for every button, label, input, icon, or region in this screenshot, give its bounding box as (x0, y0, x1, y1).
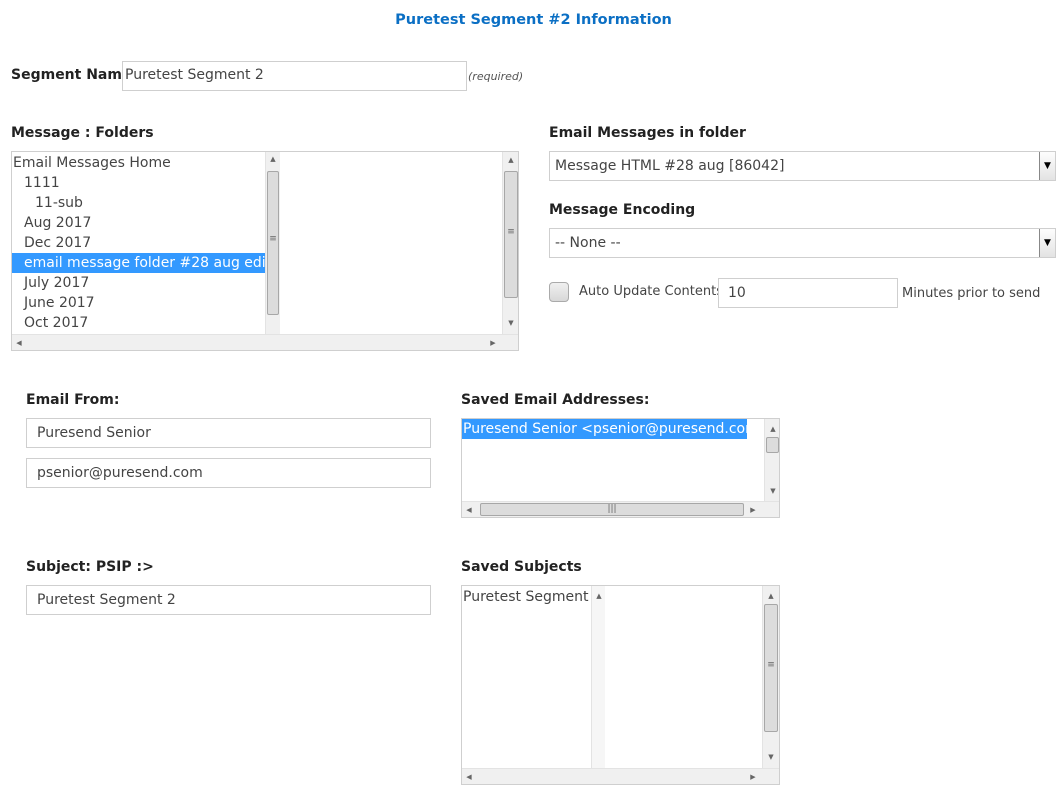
subjects-h-scrollbar[interactable]: ◀ ▶ (462, 768, 779, 784)
scroll-up-icon[interactable]: ▲ (592, 591, 606, 601)
address-list: Puresend Senior <psenior@puresend.com> (462, 419, 747, 439)
folders-label: Message : Folders (11, 125, 154, 141)
addresses-h-scrollbar[interactable]: ◀ ||| ▶ (462, 501, 779, 517)
scroll-right-icon[interactable]: ▶ (746, 772, 760, 782)
email-messages-value: Message HTML #28 aug [86042] (555, 158, 785, 174)
folders-h-scrollbar[interactable]: ◀ ▶ (12, 334, 518, 350)
folder-item[interactable]: Email Messages Home (12, 153, 265, 173)
scroll-thumb[interactable]: ||| (480, 503, 744, 516)
scroll-down-icon[interactable]: ▼ (764, 752, 778, 762)
folder-item[interactable]: Aug 2017 (12, 213, 265, 233)
folder-item[interactable]: Dec 2017 (12, 233, 265, 253)
scroll-thumb[interactable]: ≡ (267, 171, 279, 315)
grip-icon: ≡ (767, 660, 775, 670)
grip-icon: ≡ (269, 234, 277, 244)
from-name-input[interactable]: Puresend Senior (26, 418, 431, 448)
scroll-thumb[interactable]: ≡ (504, 171, 518, 298)
auto-update-checkbox[interactable] (549, 282, 569, 302)
segment-name-label: Segment Name: (11, 67, 138, 83)
scroll-down-icon[interactable]: ▼ (766, 486, 779, 496)
chevron-down-icon[interactable]: ▼ (1039, 152, 1055, 180)
encoding-label: Message Encoding (549, 202, 696, 218)
encoding-value: -- None -- (555, 235, 621, 251)
scroll-left-icon[interactable]: ◀ (462, 505, 476, 515)
folder-item[interactable]: email message folder #28 aug edited (12, 253, 265, 273)
folders-inner-scrollbar[interactable]: ▲ ≡ (265, 152, 280, 334)
grip-icon: ||| (607, 504, 617, 514)
folder-item[interactable]: Oct 2017 (12, 313, 265, 333)
auto-update-minutes-input[interactable]: 10 (718, 278, 898, 308)
subjects-inner-scrollbar[interactable]: ▲ (591, 586, 605, 768)
auto-update-label: Auto Update Contents (579, 284, 724, 299)
saved-addresses-pane: Puresend Senior <psenior@puresend.com> (462, 419, 747, 501)
page-title: Puretest Segment #2 Information (395, 12, 672, 28)
encoding-select[interactable]: -- None -- ▼ (549, 228, 1056, 258)
addresses-v-scrollbar[interactable]: ▲ ▼ (764, 419, 779, 501)
saved-subjects-pane: Puretest Segment 1 (462, 586, 591, 768)
grip-icon: ≡ (507, 227, 515, 237)
email-messages-label: Email Messages in folder (549, 125, 746, 141)
scroll-thumb[interactable]: ≡ (764, 604, 778, 732)
folders-listbox[interactable]: Email Messages Home 1111 11-sub Aug 2017 Dec… (11, 151, 519, 351)
folder-item[interactable]: 1111 (12, 173, 265, 193)
scroll-right-icon[interactable]: ▶ (486, 338, 500, 348)
folder-list: Email Messages Home 1111 11-sub Aug 2017 Dec… (12, 152, 265, 333)
saved-address-item[interactable]: Puresend Senior <psenior@puresend.com> (462, 419, 747, 439)
folders-outer-scrollbar[interactable]: ▲ ≡ ▼ (502, 152, 518, 334)
scroll-left-icon[interactable]: ◀ (12, 338, 26, 348)
folders-tree-pane: Email Messages Home 1111 11-sub Aug 2017 Dec… (12, 152, 265, 334)
scroll-left-icon[interactable]: ◀ (462, 772, 476, 782)
scroll-thumb[interactable] (766, 437, 779, 453)
chevron-down-icon[interactable]: ▼ (1039, 229, 1055, 257)
folder-item[interactable]: 11-sub (12, 193, 265, 213)
required-hint: (required) (468, 70, 524, 83)
scroll-right-icon[interactable]: ▶ (746, 505, 760, 515)
subject-list: Puretest Segment 1 (462, 586, 591, 607)
scroll-up-icon[interactable]: ▲ (766, 424, 779, 434)
saved-subjects-listbox[interactable]: Puretest Segment 1 ▲ ▲ ≡ ▼ ◀ ▶ (461, 585, 780, 785)
auto-update-suffix: Minutes prior to send (902, 286, 1041, 301)
saved-subjects-label: Saved Subjects (461, 559, 582, 575)
email-from-label: Email From: (26, 392, 120, 408)
saved-subject-item[interactable]: Puretest Segment 1 (462, 587, 591, 607)
subject-label: Subject: PSIP :> (26, 559, 154, 575)
email-messages-select[interactable]: Message HTML #28 aug [86042] ▼ (549, 151, 1056, 181)
from-email-input[interactable]: psenior@puresend.com (26, 458, 431, 488)
saved-addresses-label: Saved Email Addresses: (461, 392, 650, 408)
scroll-up-icon[interactable]: ▲ (266, 154, 280, 164)
segment-name-input[interactable]: Puretest Segment 2 (122, 61, 467, 91)
folder-item[interactable]: June 2017 (12, 293, 265, 313)
subjects-outer-scrollbar[interactable]: ▲ ≡ ▼ (762, 586, 779, 768)
scroll-up-icon[interactable]: ▲ (504, 155, 518, 165)
saved-addresses-listbox[interactable]: Puresend Senior <psenior@puresend.com> ▲… (461, 418, 780, 518)
folder-item[interactable]: July 2017 (12, 273, 265, 293)
scroll-up-icon[interactable]: ▲ (764, 591, 778, 601)
scroll-down-icon[interactable]: ▼ (504, 318, 518, 328)
subject-input[interactable]: Puretest Segment 2 (26, 585, 431, 615)
